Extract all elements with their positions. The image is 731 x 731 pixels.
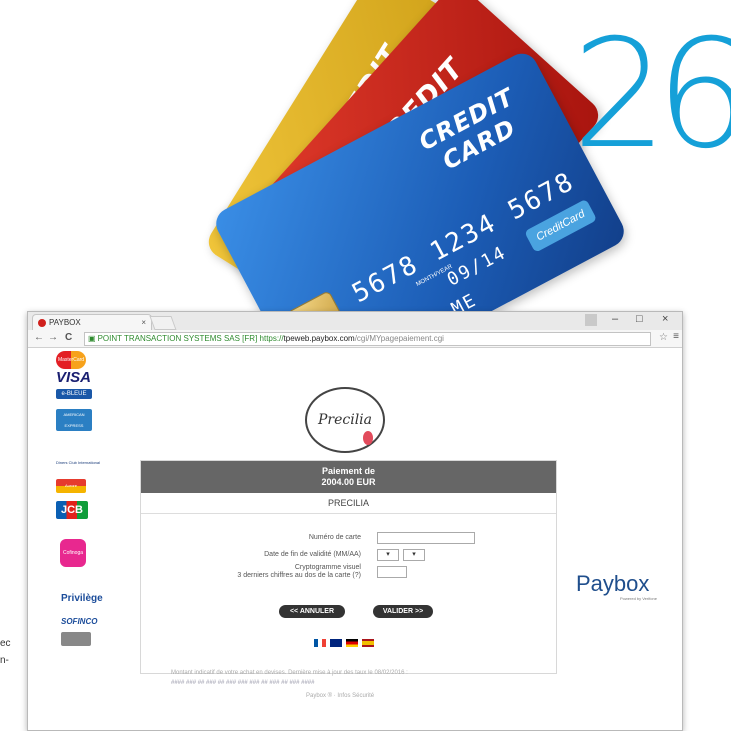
payment-header: Paiement de 2004.00 EUR (141, 461, 556, 493)
page-viewport: MasterCard VISA e-BLEUE AMERICAN EXPRESS… (28, 349, 682, 730)
footer-links[interactable]: Paybox ® · Infos Sécurité (306, 693, 374, 699)
expiry-label: Date de fin de validité (MM/AA) (264, 551, 361, 558)
expiry-month-select[interactable]: ▾ (377, 549, 399, 561)
bookmark-star-icon[interactable]: ☆ (659, 332, 668, 343)
privilege-logo: Privilège (61, 593, 103, 604)
flag-de-icon[interactable] (346, 639, 358, 647)
visa-logo: VISA (56, 369, 92, 386)
user-profile-icon[interactable] (585, 314, 597, 326)
url-scheme: https:// (259, 334, 284, 343)
number-26: 26 (572, 8, 731, 182)
browser-window: PAYBOX × – □ × ← → C ▣ POINT TRANSACTION … (27, 311, 683, 731)
paybox-logo: Paybox (576, 571, 650, 596)
validate-button[interactable]: VALIDER >> (373, 605, 433, 618)
flag-es-icon[interactable] (362, 639, 374, 647)
payment-amount: 2004.00 EUR (321, 477, 376, 487)
new-tab-button[interactable] (149, 316, 177, 330)
minimize-icon[interactable]: – (612, 313, 618, 325)
sofinco-logo: SOFINCO (61, 617, 98, 626)
menu-icon[interactable]: ≡ (673, 331, 679, 342)
lock-icon: ▣ (88, 334, 96, 343)
merchant-logo: Precilia (305, 387, 385, 453)
url-host: tpeweb.paybox.com (283, 334, 355, 343)
cvv-input[interactable] (377, 566, 407, 578)
maximize-icon[interactable]: □ (636, 313, 643, 325)
address-bar: ← → C ▣ POINT TRANSACTION SYSTEMS SAS [FR… (28, 330, 682, 348)
close-window-icon[interactable]: × (662, 313, 668, 325)
payment-logos: MasterCard VISA e-BLEUE AMERICAN EXPRESS… (28, 349, 110, 730)
amex-logo: AMERICAN EXPRESS (56, 409, 92, 431)
card-number-input[interactable] (377, 532, 475, 544)
jcb-logo: JCB (56, 501, 88, 519)
forward-icon[interactable]: → (48, 332, 58, 343)
cancel-button[interactable]: << ANNULER (279, 605, 345, 618)
merchant-logo-heart (363, 431, 373, 445)
url-path: /cgi/MYpagepaiement.cgi (354, 334, 444, 343)
e-bleue-logo: e-BLEUE (56, 389, 92, 399)
title-bar: PAYBOX × – □ × (28, 312, 682, 331)
cvv-label-1: Cryptogramme visuel (294, 564, 361, 571)
merchant-name: PRECILIA (141, 493, 556, 514)
flag-uk-icon[interactable] (330, 639, 342, 647)
cropped-text-1: ec (0, 638, 11, 649)
paybox-tagline: Powered by Verifone (620, 596, 657, 601)
aurore-logo: Aurore (56, 479, 86, 493)
payment-title: Paiement de (321, 466, 376, 476)
currency-note: Montant indicatif de votre achat en devi… (171, 670, 408, 676)
reload-icon[interactable]: C (65, 332, 72, 343)
cvv-label-2: 3 derniers chiffres au dos de la carte (… (237, 572, 361, 579)
browser-tab[interactable]: PAYBOX × (32, 314, 152, 331)
tab-close-icon[interactable]: × (141, 315, 146, 331)
cofinoga-logo: Cofinoga (60, 539, 86, 567)
tab-title: PAYBOX (49, 318, 81, 327)
flag-fr-icon[interactable] (314, 639, 326, 647)
cropped-text-2: n- (0, 655, 9, 666)
extra-card-logo (61, 632, 91, 646)
expiry-year-select[interactable]: ▾ (403, 549, 425, 561)
url-field[interactable]: ▣ POINT TRANSACTION SYSTEMS SAS [FR] http… (84, 332, 651, 346)
card-number-label: Numéro de carte (308, 534, 361, 541)
diners-logo: Diners Club International (56, 460, 101, 465)
paybox-favicon-icon (38, 318, 46, 327)
mastercard-logo: MasterCard (56, 351, 86, 369)
currency-rates: #### ### ## ### ## ### ### ### ## ### ##… (171, 680, 315, 686)
url-cert: POINT TRANSACTION SYSTEMS SAS [FR] (97, 334, 258, 343)
back-icon[interactable]: ← (34, 332, 44, 343)
